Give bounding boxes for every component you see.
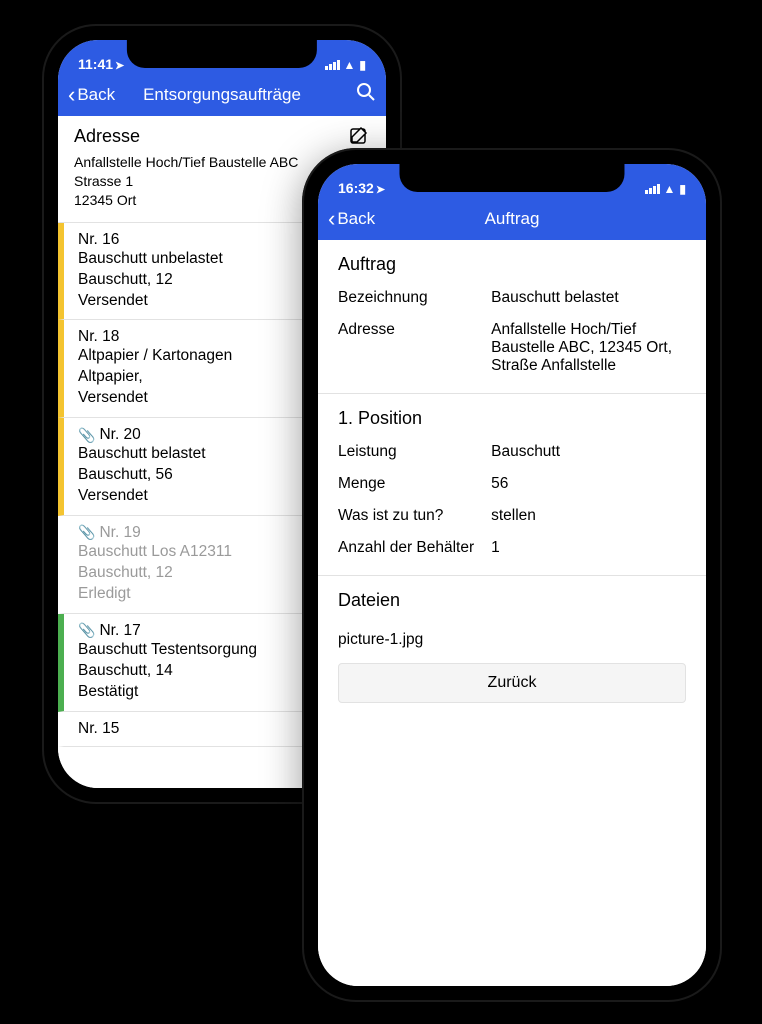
navbar: ‹ Back Auftrag [318, 198, 706, 240]
order-nr: Nr. 18 [78, 328, 119, 346]
back-button[interactable]: ‹ Back [68, 84, 138, 106]
kv-key: Adresse [338, 321, 491, 375]
section-auftrag: Auftrag Bezeichnung Bauschutt belastet A… [318, 240, 706, 394]
kv-adresse: Adresse Anfallstelle Hoch/Tief Baustelle… [338, 321, 686, 375]
kv-value: stellen [491, 507, 686, 525]
order-nr: 📎 Nr. 19 [78, 524, 141, 542]
order-nr: 📎 Nr. 17 [78, 622, 141, 640]
kv-value: 56 [491, 475, 686, 493]
order-nr: 📎 Nr. 20 [78, 426, 141, 444]
kv-key: Anzahl der Behälter [338, 539, 491, 557]
section-heading: Auftrag [338, 254, 686, 275]
section-heading: Dateien [338, 590, 686, 611]
kv-key: Menge [338, 475, 491, 493]
kv-anzahl: Anzahl der Behälter 1 [338, 539, 686, 557]
status-time: 16:32➤ [338, 180, 385, 196]
back-label: Back [77, 85, 115, 105]
battery-icon: ▮ [359, 58, 366, 72]
signal-icon [325, 60, 340, 70]
kv-value: 1 [491, 539, 686, 557]
chevron-left-icon: ‹ [68, 84, 75, 106]
status-right-icons: ▲ ▮ [645, 182, 687, 196]
battery-icon: ▮ [679, 182, 686, 196]
navbar: ‹ Back Entsorgungsaufträge [58, 74, 386, 116]
back-button[interactable]: ‹ Back [328, 208, 398, 230]
kv-menge: Menge 56 [338, 475, 686, 493]
search-icon [356, 85, 376, 107]
kv-bezeichnung: Bezeichnung Bauschutt belastet [338, 289, 686, 307]
order-nr: Nr. 16 [78, 231, 119, 249]
notch [399, 164, 624, 192]
wifi-icon: ▲ [664, 182, 676, 196]
kv-value: Anfallstelle Hoch/Tief Baustelle ABC, 12… [491, 321, 686, 375]
notch [127, 40, 317, 68]
status-time: 11:41➤ [78, 56, 124, 72]
kv-key: Leistung [338, 443, 491, 461]
search-button[interactable] [306, 82, 376, 108]
section-heading: 1. Position [338, 408, 686, 429]
kv-key: Was ist zu tun? [338, 507, 491, 525]
chevron-left-icon: ‹ [328, 208, 335, 230]
attachment-icon: 📎 [78, 427, 95, 444]
back-label: Back [337, 209, 375, 229]
file-row[interactable]: picture-1.jpg [338, 625, 686, 663]
status-right-icons: ▲ ▮ [325, 58, 367, 72]
kv-was: Was ist zu tun? stellen [338, 507, 686, 525]
screen-right: 16:32➤ ▲ ▮ ‹ Back Auftrag Auftrag Bezeic… [318, 164, 706, 986]
section-position: 1. Position Leistung Bauschutt Menge 56 … [318, 394, 706, 576]
kv-value: Bauschutt [491, 443, 686, 461]
zurueck-button[interactable]: Zurück [338, 663, 686, 703]
signal-icon [645, 184, 660, 194]
location-icon: ➤ [115, 60, 124, 72]
attachment-icon: 📎 [78, 524, 95, 541]
address-heading: Adresse [74, 126, 370, 147]
phone-right-mock: 16:32➤ ▲ ▮ ‹ Back Auftrag Auftrag Bezeic… [302, 148, 722, 1002]
kv-key: Bezeichnung [338, 289, 491, 307]
attachment-icon: 📎 [78, 622, 95, 639]
order-nr: Nr. 15 [78, 720, 119, 738]
location-icon: ➤ [376, 184, 385, 196]
nav-title: Entsorgungsaufträge [138, 85, 306, 105]
kv-leistung: Leistung Bauschutt [338, 443, 686, 461]
wifi-icon: ▲ [344, 58, 356, 72]
content: Auftrag Bezeichnung Bauschutt belastet A… [318, 240, 706, 986]
section-files: Dateien picture-1.jpg Zurück [318, 576, 706, 727]
kv-value: Bauschutt belastet [491, 289, 686, 307]
nav-title: Auftrag [398, 209, 626, 229]
